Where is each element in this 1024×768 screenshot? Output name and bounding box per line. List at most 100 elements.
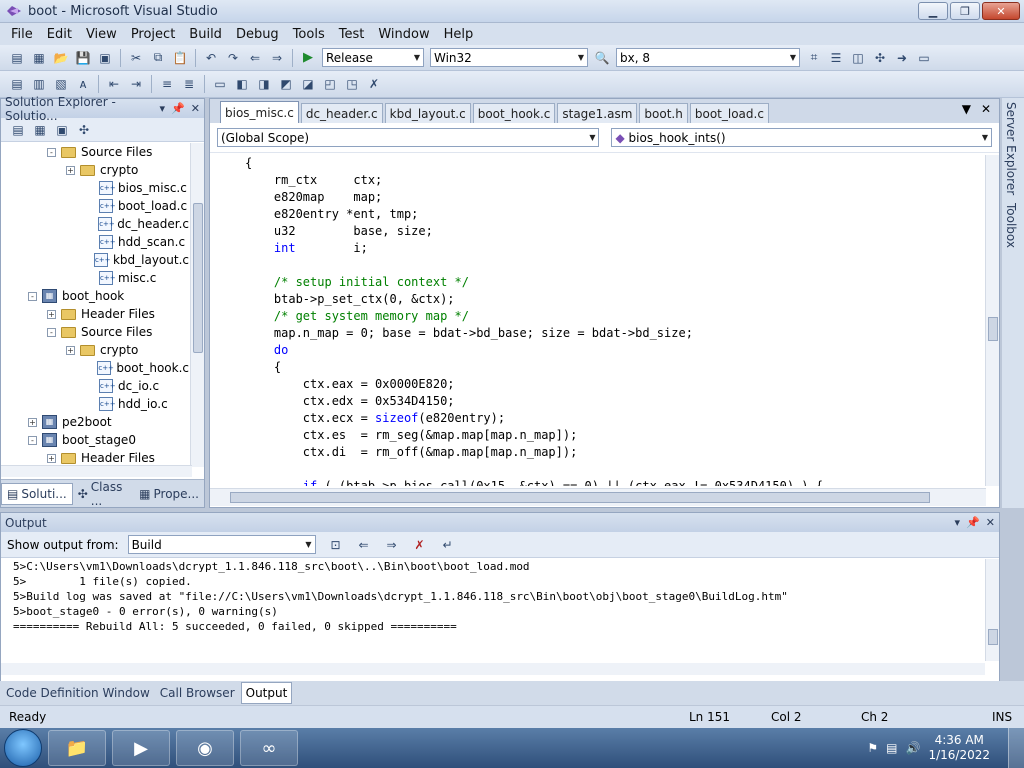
solution-configuration-dropdown[interactable]: Release ▼ (322, 48, 424, 67)
save-icon[interactable]: 💾 (74, 49, 92, 67)
solution-explorer-icon[interactable]: ⌗ (805, 49, 823, 67)
decrease-indent-icon[interactable]: ⇤ (105, 75, 123, 93)
navigate-back-icon[interactable]: ⇐ (246, 49, 264, 67)
show-desktop-button[interactable] (1008, 728, 1024, 768)
close-document-icon[interactable]: ✕ (981, 102, 991, 116)
next-bookmark-icon[interactable]: ◨ (255, 75, 273, 93)
auto-hide-pin-icon[interactable]: 📌 (171, 102, 185, 115)
menu-help[interactable]: Help (437, 27, 481, 42)
properties-icon[interactable]: ☰ (827, 49, 845, 67)
menu-edit[interactable]: Edit (40, 27, 79, 42)
tab-call-browser[interactable]: Call Browser (156, 683, 239, 703)
show-all-files-icon[interactable]: ▦ (31, 121, 49, 139)
output-vscrollbar[interactable] (985, 559, 999, 661)
toggle-word-wrap-icon[interactable]: ↵ (439, 536, 457, 554)
output-hscrollbar[interactable] (1, 663, 985, 675)
previous-bookmark-document-icon[interactable]: ◰ (321, 75, 339, 93)
increase-indent-icon[interactable]: ⇥ (127, 75, 145, 93)
next-bookmark-document-icon[interactable]: ◳ (343, 75, 361, 93)
menu-build[interactable]: Build (182, 27, 229, 42)
tab-solution-explorer[interactable]: ▤ Soluti... (1, 482, 73, 505)
tree-item[interactable]: - Source Files (1, 143, 189, 161)
expand-icon[interactable]: + (47, 453, 56, 463)
document-tab[interactable]: stage1.asm (557, 103, 638, 123)
open-file-icon[interactable]: 📂 (52, 49, 70, 67)
tab-property-manager[interactable]: ▦ Prope... (134, 484, 204, 504)
cut-icon[interactable]: ✂ (127, 49, 145, 67)
scrollbar-thumb[interactable] (193, 203, 203, 353)
collapse-icon[interactable]: - (28, 435, 37, 445)
chrome-icon[interactable]: ◉ (176, 730, 234, 766)
clear-all-icon[interactable]: ✗ (411, 536, 429, 554)
expand-icon[interactable]: + (47, 309, 56, 319)
comment-out-icon[interactable]: ≡ (158, 75, 176, 93)
collapse-icon[interactable]: - (47, 327, 56, 337)
tree-item[interactable]: c++ hdd_scan.c (1, 233, 189, 251)
tree-item[interactable]: + Header Files (1, 305, 189, 323)
menu-tools[interactable]: Tools (286, 27, 332, 42)
collapse-icon[interactable]: - (47, 147, 56, 157)
tree-item[interactable]: c++ dc_header.c (1, 215, 189, 233)
close-button[interactable]: ✕ (982, 2, 1020, 20)
tree-item[interactable]: c++ bios_misc.c (1, 179, 189, 197)
menu-project[interactable]: Project (124, 27, 182, 42)
expand-icon[interactable]: + (66, 345, 75, 355)
menu-window[interactable]: Window (371, 27, 436, 42)
start-button[interactable] (4, 729, 42, 767)
previous-bookmark-icon[interactable]: ◧ (233, 75, 251, 93)
refresh-icon[interactable]: ▣ (53, 121, 71, 139)
output-text[interactable]: 5>C:\Users\vm1\Downloads\dcrypt_1.1.846.… (13, 559, 983, 634)
redo-icon[interactable]: ↷ (224, 49, 242, 67)
collapse-icon[interactable]: - (28, 291, 37, 301)
navigate-forward-icon[interactable]: ⇒ (268, 49, 286, 67)
clear-bookmarks-icon[interactable]: ✗ (365, 75, 383, 93)
go-to-next-message-icon[interactable]: ⇒ (383, 536, 401, 554)
tab-output[interactable]: Output (240, 682, 293, 704)
command-window-icon[interactable]: ▭ (915, 49, 933, 67)
network-icon[interactable]: ▤ (886, 741, 897, 755)
add-item-icon[interactable]: ▦ (30, 49, 48, 67)
paste-icon[interactable]: 📋 (171, 49, 189, 67)
document-tab[interactable]: bios_misc.c (220, 101, 299, 123)
close-icon[interactable]: ✕ (986, 516, 995, 529)
visual-studio-taskbar-icon[interactable]: ∞ (240, 730, 298, 766)
solution-explorer-hscrollbar[interactable] (1, 465, 192, 477)
function-dropdown[interactable]: ◆ bios_hook_ints() ▼ (611, 128, 992, 147)
scrollbar-thumb[interactable] (230, 492, 930, 503)
solution-explorer-scrollbar[interactable] (190, 143, 204, 467)
tree-item[interactable]: c++ misc.c (1, 269, 189, 287)
tab-class-view[interactable]: ✣ Class ... (73, 477, 134, 511)
close-icon[interactable]: ✕ (191, 102, 200, 115)
uncomment-icon[interactable]: ≣ (180, 75, 198, 93)
window-position-icon[interactable]: ▾ (160, 102, 166, 115)
maximize-button[interactable]: ❐ (950, 2, 980, 20)
output-source-dropdown[interactable]: Build ▼ (127, 535, 316, 554)
object-browser-icon[interactable]: ◫ (849, 49, 867, 67)
expand-icon[interactable]: + (66, 165, 75, 175)
properties-icon[interactable]: ▤ (9, 121, 27, 139)
next-bookmark-folder-icon[interactable]: ◪ (299, 75, 317, 93)
find-combo[interactable]: bx, 8 ▼ (616, 48, 800, 67)
find-message-icon[interactable]: ⊡ (327, 536, 345, 554)
scrollbar-thumb[interactable] (988, 629, 998, 645)
document-tab[interactable]: boot_hook.c (472, 103, 556, 123)
menu-view[interactable]: View (79, 27, 124, 42)
minimize-button[interactable]: ▁ (918, 2, 948, 20)
menu-test[interactable]: Test (332, 27, 372, 42)
tree-item[interactable]: - ▦ boot_stage0 (1, 431, 189, 449)
go-to-previous-message-icon[interactable]: ⇐ (355, 536, 373, 554)
display-parameter-info-icon[interactable]: ▥ (30, 75, 48, 93)
tree-item[interactable]: - ▦ boot_hook (1, 287, 189, 305)
tree-item[interactable]: c++ hdd_io.c (1, 395, 189, 413)
tree-item[interactable]: c++ dc_io.c (1, 377, 189, 395)
document-tab[interactable]: boot_load.c (689, 103, 769, 123)
window-position-icon[interactable]: ▾ (955, 516, 961, 529)
auto-hide-pin-icon[interactable]: 📌 (966, 516, 980, 529)
toolbox-tab[interactable]: Toolbox (1002, 199, 1020, 252)
active-files-dropdown-icon[interactable]: ▼ (962, 102, 971, 116)
display-object-member-list-icon[interactable]: ▤ (8, 75, 26, 93)
undo-icon[interactable]: ↶ (202, 49, 220, 67)
tree-item[interactable]: - Source Files (1, 323, 189, 341)
clock[interactable]: 4:36 AM 1/16/2022 (928, 733, 990, 763)
file-explorer-icon[interactable]: 📁 (48, 730, 106, 766)
